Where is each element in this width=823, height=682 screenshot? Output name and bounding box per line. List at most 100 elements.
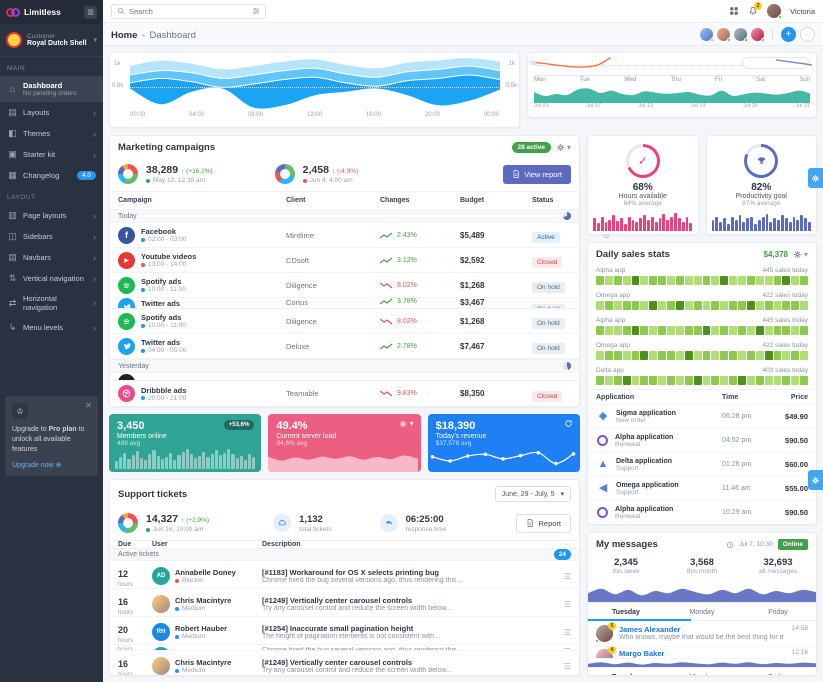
ticket-row[interactable]: 12hours AD Annabelle DoneyBlocker [#1183…	[110, 561, 579, 589]
app-row[interactable]: ◀ Omega applicationSupport 11:46 am $55.…	[588, 476, 816, 500]
sidebar-section-layout: LAYOUT	[0, 186, 103, 205]
group-header-today: Today	[110, 209, 579, 223]
tab-tuesday[interactable]: Tuesday	[588, 603, 664, 620]
chevron-down-icon: ▾	[804, 250, 808, 259]
customer-label: Customer	[27, 33, 88, 40]
chevron-down-icon: ▾	[567, 143, 571, 152]
sidebar-item-navbars[interactable]: ▤ Navbars›	[0, 247, 103, 268]
settings-menu-button[interactable]: ▾	[556, 143, 571, 152]
hours-bar-chart[interactable]	[593, 213, 693, 231]
sidebar-toggle-button[interactable]: ▥	[84, 6, 97, 19]
close-icon[interactable]: ✕	[85, 401, 92, 410]
campaign-row-partial[interactable]: Twitter ads16:00 - 17:00 Cortus 3.78% $3…	[110, 298, 579, 309]
chevron-right-icon: ›	[93, 253, 96, 263]
tab-friday[interactable]: Friday	[740, 603, 816, 620]
sidebar-item-horizontal-navigation[interactable]: ⇄ Horizontal navigation›	[0, 289, 103, 317]
productivity-bar-chart[interactable]	[712, 213, 812, 231]
team-avatar[interactable]	[717, 28, 730, 41]
app-row[interactable]: Alpha applicationRenewal 04:52 pm $90.50	[588, 428, 816, 452]
campaign-row[interactable]: ▶ Youtube videos13:00 - 14:00 CDsoft 3.1…	[110, 248, 579, 273]
ticket-row[interactable]: 20hours RH Robert HauberMedium [#1254] I…	[110, 617, 579, 645]
settings-fab[interactable]	[808, 168, 823, 188]
team-avatar[interactable]	[734, 28, 747, 41]
history-icon[interactable]	[726, 541, 734, 549]
chevron-right-icon: ›	[93, 211, 96, 221]
sliders-icon[interactable]	[252, 7, 260, 15]
sidebar-item-starter-kit[interactable]: ▣ Starter kit›	[0, 144, 103, 165]
revenue-line-chart[interactable]	[428, 446, 578, 472]
tab-friday[interactable]: Friday	[740, 668, 816, 676]
notifications-bell-icon[interactable]: 2	[748, 6, 758, 16]
sales-heat-strip[interactable]	[596, 301, 808, 310]
row-menu-icon[interactable]: ☰	[555, 600, 571, 609]
status-badge: Closed	[532, 257, 562, 268]
sidebar-item-menu-levels[interactable]: ↳ Menu levels›	[0, 317, 103, 338]
row-menu-icon[interactable]: ☰	[555, 662, 571, 671]
sidebar-item-vertical-navigation[interactable]: ⇅ Vertical navigation›	[0, 268, 103, 289]
user-avatar[interactable]	[767, 4, 781, 18]
apps-grid-icon[interactable]	[729, 6, 739, 16]
avatar	[152, 595, 170, 613]
sales-heat-strip[interactable]	[596, 376, 808, 385]
date-tick: Jul 01	[534, 103, 549, 109]
customer-switcher[interactable]: Customer Royal Dutch Shell ▾	[0, 24, 103, 57]
report-button[interactable]: Report	[516, 514, 571, 533]
settings-menu-button[interactable]: ▾	[793, 250, 808, 259]
gear-icon	[399, 420, 407, 428]
tab-tuesday[interactable]: Tuesday	[588, 668, 664, 676]
page-layouts-icon: ▥	[7, 210, 18, 221]
sales-heat-row: Omega app422 sales today	[588, 289, 816, 314]
campaign-row[interactable]: Spotify ads10:00 - 11:00 Diligence 8.02%…	[110, 273, 579, 298]
sidebar-item-themes[interactable]: ◧ Themes›	[0, 123, 103, 144]
date-range-select[interactable]: June, 29 - July, 5▾	[495, 486, 571, 502]
campaign-row[interactable]: Spotify ads10:00 - 11:00 Diligence 8.02%…	[110, 309, 579, 334]
alpha-app-icon	[597, 507, 608, 518]
breadcrumb-page: Dashboard	[149, 30, 195, 41]
upgrade-now-link[interactable]: Upgrade now ⊕	[12, 461, 61, 469]
team-avatar[interactable]	[700, 28, 713, 41]
message-item-partial[interactable]: 4 Margo Baker 12:16	[588, 647, 816, 659]
tab-monday[interactable]: Monday	[664, 668, 740, 676]
sales-heat-strip[interactable]	[596, 276, 808, 285]
search-input[interactable]	[129, 7, 248, 16]
search-box[interactable]	[111, 4, 266, 19]
campaign-row[interactable]: f Facebook02:00 - 03:00 Mintlime 2.43% $…	[110, 223, 579, 248]
status-badge: Closed	[532, 391, 562, 402]
sales-heat-strip[interactable]	[596, 326, 808, 335]
more-options-button[interactable]: ···	[800, 27, 815, 42]
sidebar-item-sidebars[interactable]: ◫ Sidebars›	[0, 226, 103, 247]
settings-menu-button[interactable]: ▾	[399, 419, 414, 428]
sidebar-item-dashboard[interactable]: ⌂ Dashboard No pending orders	[0, 76, 103, 102]
campaign-row[interactable]: Dribbble ads20:00 - 21:00 Teamable 9.83%…	[110, 381, 579, 406]
refresh-icon[interactable]	[564, 419, 573, 428]
row-menu-icon[interactable]: ☰	[555, 628, 571, 637]
sidebar-item-layouts[interactable]: ▤ Layouts›	[0, 102, 103, 123]
team-avatar[interactable]	[751, 28, 764, 41]
ticket-row[interactable]: 16hours Chris MacintyreMedium [#1249] Ve…	[110, 651, 579, 676]
app-row[interactable]: ◆ Sigma applicationNew order 06:28 pm $4…	[588, 404, 816, 428]
app-row[interactable]: ▲ Delta applicationSupport 01:26 pm $60.…	[588, 452, 816, 476]
settings-fab[interactable]	[808, 470, 823, 490]
sidebar-item-changelog[interactable]: ▦ Changelog 4.0	[0, 165, 103, 186]
add-member-button[interactable]: +	[781, 27, 796, 42]
members-bar-chart[interactable]	[115, 449, 255, 469]
monthly-area-chart[interactable]	[534, 83, 810, 103]
themes-icon: ◧	[7, 128, 18, 139]
view-report-button[interactable]: View report	[503, 165, 571, 184]
breadcrumb-home[interactable]: Home	[111, 30, 137, 41]
weekly-lines-chart[interactable]	[536, 57, 812, 75]
ticket-row[interactable]: 16hours Chris MacintyreMedium [#1249] Ve…	[110, 589, 579, 617]
campaigns-donut-icon	[275, 164, 295, 184]
traffic-streamgraph[interactable]	[130, 56, 500, 112]
gear-icon	[811, 476, 820, 485]
app-row[interactable]: Alpha applicationRenewal 10:29 am $90.50	[588, 500, 816, 524]
campaign-row-partial[interactable]: 18:00 - 19:00	[110, 373, 579, 381]
campaign-row[interactable]: Twitter ads04:00 - 05:00 Deluxe 2.78% $7…	[110, 334, 579, 359]
server-load-wave-chart[interactable]	[268, 450, 418, 472]
sidebar-item-page-layouts[interactable]: ▥ Page layouts›	[0, 205, 103, 226]
sales-heat-strip[interactable]	[596, 351, 808, 360]
row-menu-icon[interactable]: ☰	[555, 572, 571, 581]
message-item[interactable]: 5 James AlexanderWho knows, maybe that w…	[588, 621, 816, 647]
delta-badge: +53,6%	[224, 420, 255, 430]
tab-monday[interactable]: Monday	[664, 603, 740, 620]
